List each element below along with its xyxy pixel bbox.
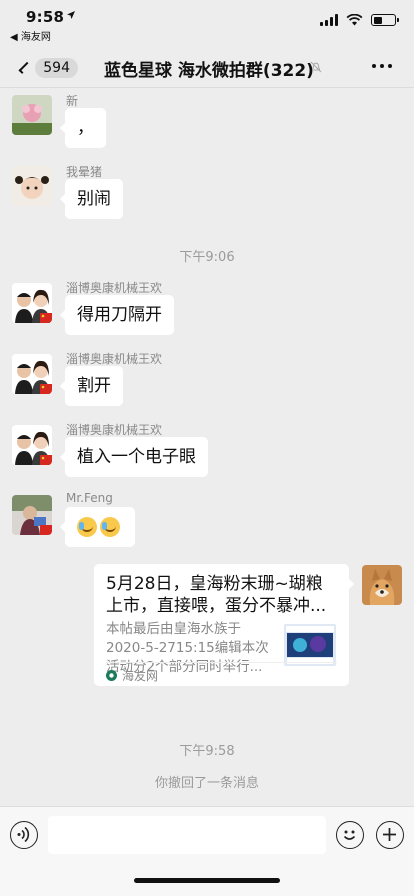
sender-name: 淄博奥康机械王欢 (66, 423, 163, 437)
chat-title: 蓝色星球 海水微拍群(322) (104, 61, 314, 81)
timestamp: 下午9:06 (179, 250, 235, 265)
back-button[interactable]: 594 (16, 56, 78, 80)
status-bar: 9:58 ◀ 海友网 (0, 0, 414, 44)
sob-emoji-icon (77, 517, 97, 537)
source-logo-icon (106, 670, 117, 681)
plus-icon (383, 828, 396, 841)
recall-notice: 你撤回了一条消息 (154, 776, 259, 791)
avatar[interactable] (12, 354, 52, 394)
message-bubble[interactable]: 植入一个电子眼 (60, 437, 208, 477)
back-to-app-link[interactable]: ◀ 海友网 (10, 28, 51, 43)
avatar[interactable] (12, 166, 52, 206)
home-indicator[interactable] (134, 878, 280, 883)
battery-icon (371, 14, 399, 26)
voice-icon (17, 826, 30, 843)
sob-emoji-icon (100, 517, 120, 537)
timestamp: 下午9:58 (179, 744, 235, 759)
more-dots-icon[interactable] (372, 64, 392, 68)
message-bubble[interactable]: 别闹 (60, 179, 123, 219)
sender-name: 我晕猪 (66, 165, 103, 179)
sender-name: 淄博奥康机械王欢 (66, 281, 163, 295)
link-card-title: 5月28日，皇海粉末珊~瑚粮上市，直接喂，蛋分不暴冲... (106, 574, 327, 616)
link-card-source-name: 海友网 (122, 669, 159, 683)
plus-button[interactable] (376, 821, 404, 849)
avatar[interactable] (12, 495, 52, 535)
unread-count-badge: 594 (35, 58, 78, 78)
chat-header: 594 蓝色星球 海水微拍群(322) (0, 44, 414, 88)
cellular-signal-icon (320, 14, 338, 26)
emoji-icon (343, 830, 356, 840)
link-card-thumbnail (284, 624, 336, 666)
message-bubble[interactable]: 得用刀隔开 (60, 295, 174, 335)
sender-name: 新 (66, 94, 79, 108)
avatar[interactable] (12, 425, 52, 465)
my-avatar[interactable] (362, 565, 402, 605)
sender-name: Mr.Feng (66, 491, 113, 505)
message-bubble[interactable]: ， (60, 108, 106, 148)
message-input[interactable] (48, 816, 326, 854)
voice-button[interactable] (10, 821, 38, 849)
chevron-left-icon (18, 61, 31, 75)
sender-name: 淄博奥康机械王欢 (66, 352, 163, 366)
avatar[interactable] (12, 95, 52, 135)
emoji-button[interactable] (336, 821, 364, 849)
message-bubble[interactable] (60, 507, 135, 547)
avatar[interactable] (12, 283, 52, 323)
link-card-source: 海友网 (106, 667, 158, 684)
location-arrow-icon (66, 10, 76, 23)
link-card[interactable]: 5月28日，皇海粉末珊~瑚粮上市，直接喂，蛋分不暴冲... 本帖最后由皇海水族于… (94, 564, 354, 686)
bell-slash-icon (310, 61, 322, 73)
message-bubble[interactable]: 割开 (60, 366, 123, 406)
wifi-icon (346, 14, 363, 26)
status-time: 9:58 (26, 8, 65, 26)
